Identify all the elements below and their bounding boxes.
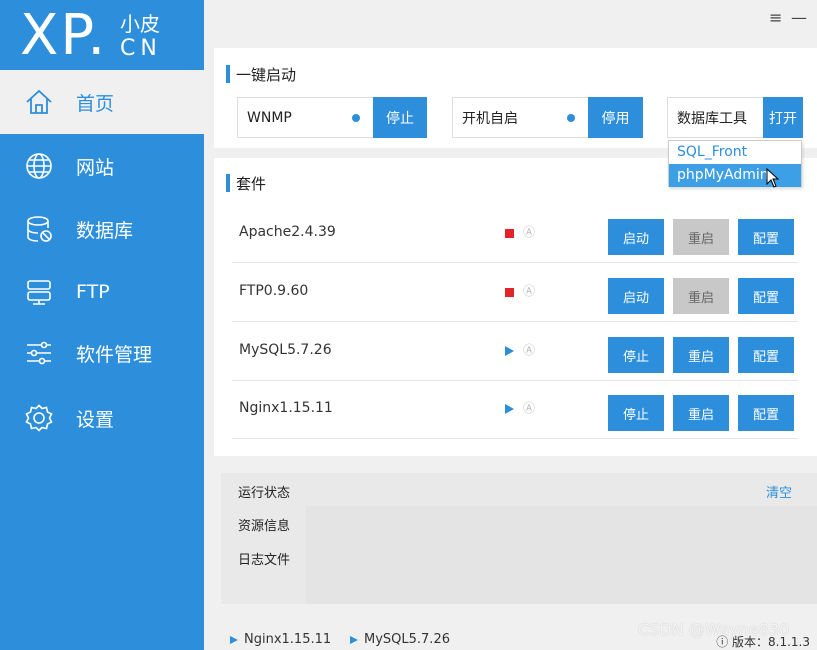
mouse-cursor-icon <box>766 168 780 188</box>
wnmp-label: WNMP <box>247 109 292 126</box>
config-button[interactable]: 配置 <box>738 337 794 373</box>
config-button[interactable]: 配置 <box>738 219 794 255</box>
minimize-icon[interactable]: — <box>791 8 807 27</box>
footer-nginx-label: Nginx1.15.11 <box>244 632 332 647</box>
start-button[interactable]: 启动 <box>608 219 664 255</box>
sidebar-item-ftp[interactable]: FTP <box>0 260 204 324</box>
auto-icon[interactable]: Ⓐ <box>523 399 535 416</box>
table-row: MySQL5.7.26 Ⓐ 停止 重启 配置 <box>232 323 798 381</box>
sidebar-item-label: 数据库 <box>76 219 134 242</box>
auto-icon[interactable]: Ⓐ <box>523 282 535 299</box>
table-row: FTP0.9.60 Ⓐ 启动 重启 配置 <box>232 264 798 322</box>
logo-cn-top: 小皮 <box>120 12 160 36</box>
sidebar-item-label: 首页 <box>76 92 115 115</box>
clear-button[interactable]: 清空 <box>766 482 792 501</box>
sidebar-item-label: FTP <box>76 281 110 303</box>
logo: XP. 小皮 CN <box>0 0 204 70</box>
sliders-icon <box>24 338 54 368</box>
stop-button[interactable]: 停止 <box>608 395 664 431</box>
running-icon <box>505 404 514 414</box>
tab-run-status[interactable]: 运行状态 <box>238 482 290 501</box>
restart-button[interactable]: 重启 <box>673 278 729 314</box>
service-name: Nginx1.15.11 <box>239 400 333 416</box>
dropdown-item-phpmyadmin[interactable]: phpMyAdmin <box>669 164 801 187</box>
autostart-status-dot <box>567 113 575 122</box>
sidebar-item-label: 软件管理 <box>76 343 153 366</box>
config-button[interactable]: 配置 <box>738 278 794 314</box>
db-tool-dropdown: SQL_Front phpMyAdmin <box>668 140 802 187</box>
sidebar-item-home[interactable]: 首页 <box>0 70 204 134</box>
restart-button[interactable]: 重启 <box>673 395 729 431</box>
auto-icon[interactable]: Ⓐ <box>523 341 535 358</box>
title-bar: ≡ — <box>204 0 817 36</box>
running-icon <box>505 346 514 356</box>
autostart-label: 开机自启 <box>462 110 518 127</box>
sidebar-item-label: 设置 <box>76 408 115 431</box>
status-content-area <box>306 506 817 604</box>
db-tool-box: 数据库工具 打开 <box>667 97 803 138</box>
table-row: Apache2.4.39 Ⓐ 启动 重启 配置 <box>232 205 798 263</box>
logo-main: XP. <box>20 3 108 68</box>
wnmp-status-dot <box>352 113 360 122</box>
autostart-disable-button[interactable]: 停用 <box>588 97 643 138</box>
db-tool-open-button[interactable]: 打开 <box>763 97 803 138</box>
footer-mysql-label: MySQL5.7.26 <box>364 632 450 647</box>
logo-cn-bottom: CN <box>120 36 162 61</box>
service-name: FTP0.9.60 <box>239 283 309 299</box>
ftp-icon <box>24 277 54 307</box>
tab-log-files[interactable]: 日志文件 <box>238 549 290 568</box>
stopped-icon <box>505 229 514 238</box>
wnmp-box: WNMP 停止 <box>237 97 427 138</box>
auto-icon[interactable]: Ⓐ <box>523 223 535 240</box>
running-icon <box>350 635 358 644</box>
stopped-icon <box>505 288 514 297</box>
watermark: CSDN @Wayne830 <box>638 620 790 639</box>
autostart-box: 开机自启 停用 <box>452 97 643 138</box>
home-icon <box>24 87 54 117</box>
footer-nginx: Nginx1.15.11 <box>230 632 331 647</box>
service-name: Apache2.4.39 <box>239 224 336 240</box>
gear-icon <box>24 403 54 433</box>
sidebar-item-software[interactable]: 软件管理 <box>0 321 204 385</box>
sidebar-item-website[interactable]: 网站 <box>0 134 204 198</box>
status-panel: 运行状态 清空 资源信息 日志文件 <box>221 473 817 604</box>
sidebar-item-settings[interactable]: 设置 <box>0 386 204 450</box>
restart-button[interactable]: 重启 <box>673 337 729 373</box>
database-icon <box>24 214 54 244</box>
start-button[interactable]: 启动 <box>608 278 664 314</box>
tab-resource-info[interactable]: 资源信息 <box>238 515 290 534</box>
globe-icon <box>24 151 54 181</box>
footer-mysql: MySQL5.7.26 <box>350 632 450 647</box>
stop-button[interactable]: 停止 <box>608 337 664 373</box>
menu-icon[interactable]: ≡ <box>769 8 782 27</box>
sidebar: XP. 小皮 CN 首页 网站 数据库 FTP 软件管理 设置 <box>0 0 204 650</box>
table-row: Nginx1.15.11 Ⓐ 停止 重启 配置 <box>232 381 798 439</box>
sidebar-item-database[interactable]: 数据库 <box>0 197 204 261</box>
wnmp-stop-button[interactable]: 停止 <box>373 97 427 138</box>
suite-title: 套件 <box>226 173 266 194</box>
quick-start-title: 一键启动 <box>226 64 296 85</box>
sidebar-item-label: 网站 <box>76 156 115 179</box>
dropdown-item-sql-front[interactable]: SQL_Front <box>669 141 801 164</box>
restart-button[interactable]: 重启 <box>673 219 729 255</box>
config-button[interactable]: 配置 <box>738 395 794 431</box>
running-icon <box>230 635 238 644</box>
service-name: MySQL5.7.26 <box>239 342 332 358</box>
